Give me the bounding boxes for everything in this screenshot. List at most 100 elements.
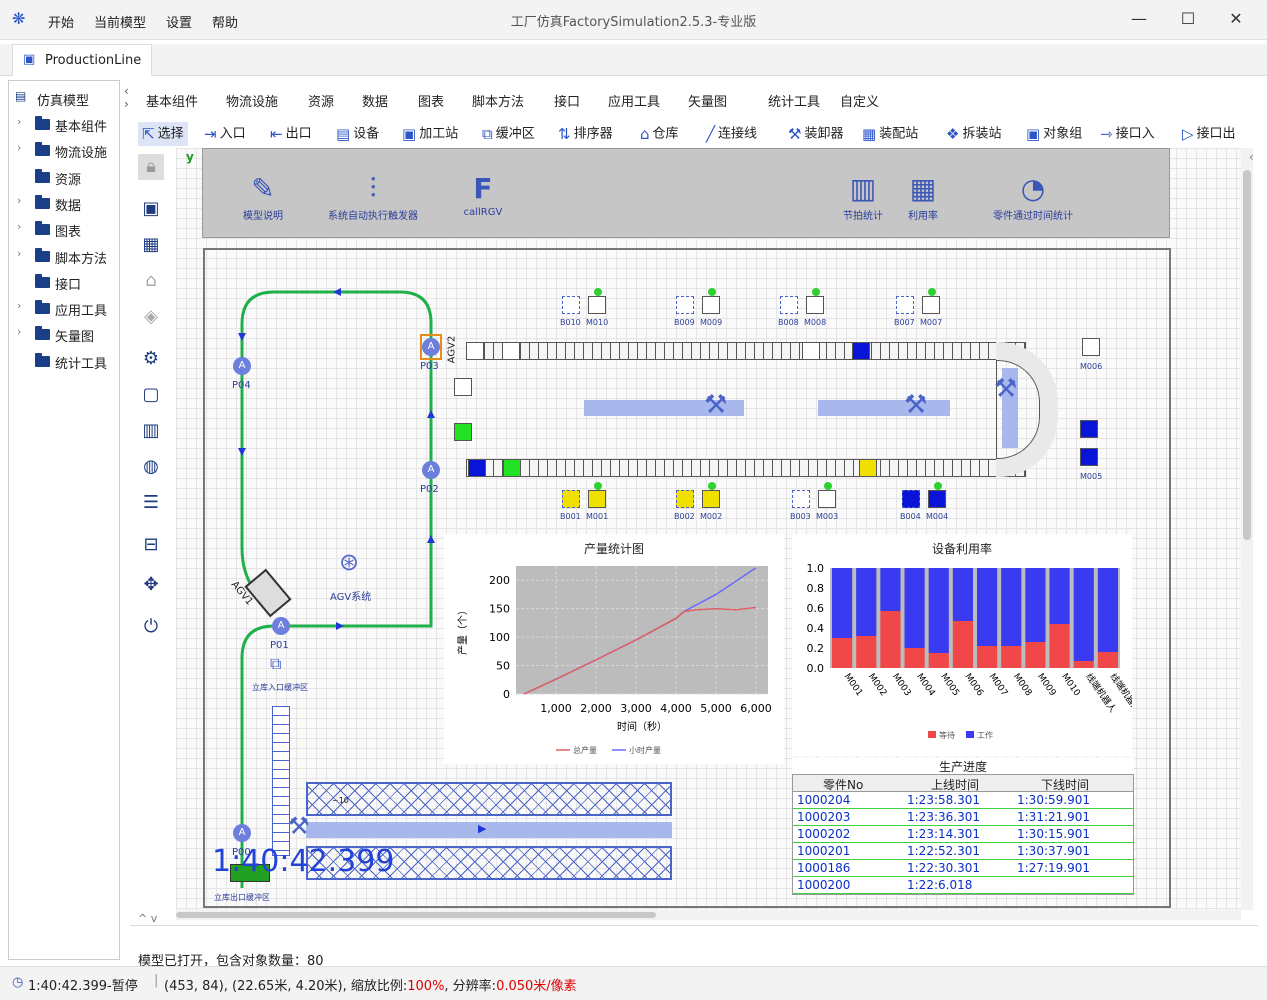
buffer-machine[interactable] xyxy=(676,296,694,314)
tab-1[interactable]: 物流设施 xyxy=(226,91,278,110)
tool-7[interactable]: ⌂ 仓库 xyxy=(640,122,679,146)
tree-item-2[interactable]: 资源 xyxy=(9,164,119,190)
tabs-scroll-right-icon[interactable]: › xyxy=(124,97,129,111)
tool-6[interactable]: ⇅ 排序器 xyxy=(558,122,613,146)
tool-2[interactable]: ⇤ 出口 xyxy=(270,122,312,146)
tab-6[interactable]: 接口 xyxy=(554,91,580,110)
model-canvas[interactable]: y ✎ 模型说明 ⫶ 系统自动执行触发器 FcallRGV ▥ 节拍统计 ▦ 利用率 ◔ 零件通过时… xyxy=(176,148,1241,910)
tree-item-9[interactable]: 统计工具 xyxy=(9,348,119,374)
delete-icon[interactable]: ⌂ xyxy=(138,268,164,294)
buffer-machine[interactable] xyxy=(562,296,580,314)
agv-node-p02[interactable]: A xyxy=(422,461,440,479)
collapse-right-icon[interactable]: ‹ xyxy=(1249,150,1254,164)
tree-item-3[interactable]: › 数据 xyxy=(9,190,119,216)
settings-gear-icon[interactable]: ⚙ xyxy=(138,346,164,372)
entry-buffer-icon[interactable]: ⧉ xyxy=(270,654,281,674)
expand-chevron-icon[interactable]: › xyxy=(17,299,21,312)
tree-item-8[interactable]: › 矢量图 xyxy=(9,321,119,347)
tree-item-5[interactable]: › 脚本方法 xyxy=(9,243,119,269)
layout-icon[interactable]: ⊟ xyxy=(138,532,164,558)
table-row[interactable]: 1000200 1:22:6.018 xyxy=(793,877,1133,894)
tool-3[interactable]: ▤ 设备 xyxy=(336,122,379,146)
buffer-machine[interactable] xyxy=(562,490,580,508)
process-machine[interactable] xyxy=(806,296,824,314)
buffer-machine[interactable] xyxy=(902,490,920,508)
process-machine[interactable] xyxy=(588,490,606,508)
tool-12[interactable]: ▣ 对象组 xyxy=(1026,122,1082,146)
process-machine[interactable] xyxy=(922,296,940,314)
process-machine[interactable] xyxy=(702,490,720,508)
table-row[interactable]: 1000202 1:23:14.301 1:30:15.901 xyxy=(793,826,1133,843)
tab-9[interactable]: 统计工具 xyxy=(768,91,820,110)
machine-m005-buffer[interactable] xyxy=(1080,420,1098,438)
tab-3[interactable]: 数据 xyxy=(362,91,388,110)
globe-icon[interactable]: ◍ xyxy=(138,454,164,480)
tab-10[interactable]: 自定义 xyxy=(840,91,879,110)
tab-8[interactable]: 矢量图 xyxy=(688,91,727,110)
tool-4[interactable]: ▣ 加工站 xyxy=(402,122,458,146)
tool-14[interactable]: ▷ 接口出 xyxy=(1182,122,1236,146)
list-icon[interactable]: ☰ xyxy=(138,490,164,516)
tool-11[interactable]: ❖ 拆装站 xyxy=(946,122,1001,146)
maximize-button[interactable]: ☐ xyxy=(1174,6,1202,32)
agv-node-p00[interactable]: A xyxy=(233,824,251,842)
tool-10[interactable]: ▦ 装配站 xyxy=(862,122,918,146)
power-icon[interactable]: ⏻ xyxy=(138,614,164,640)
expand-chevron-icon[interactable]: › xyxy=(17,247,21,260)
agv-system-icon[interactable]: ⊛ xyxy=(339,548,359,576)
document-tab-productionline[interactable]: ▣ ProductionLine xyxy=(12,44,152,76)
table-row[interactable]: 1000201 1:22:52.301 1:30:37.901 xyxy=(793,843,1133,860)
lock-icon[interactable]: 🔒︎ xyxy=(138,154,164,180)
save-as-icon[interactable]: ▦ xyxy=(138,232,164,258)
tool-5[interactable]: ⧉ 缓冲区 xyxy=(482,122,535,146)
canvas-horizontal-scrollbar[interactable] xyxy=(176,910,1241,920)
tree-root[interactable]: ▤ 仿真模型 xyxy=(9,85,119,111)
tab-7[interactable]: 应用工具 xyxy=(608,91,660,110)
expand-chevron-icon[interactable]: › xyxy=(17,115,21,128)
process-machine[interactable] xyxy=(702,296,720,314)
table-row[interactable]: 1000186 1:22:30.301 1:27:19.901 xyxy=(793,860,1133,877)
tool-13[interactable]: ⇾ 接口入 xyxy=(1100,122,1155,146)
expand-chevron-icon[interactable]: › xyxy=(17,220,21,233)
tree-item-6[interactable]: 接口 xyxy=(9,269,119,295)
tool-8[interactable]: ╱ 连接线 xyxy=(706,122,757,146)
collapse-up-icon[interactable]: ^ v xyxy=(138,912,157,925)
expand-chevron-icon[interactable]: › xyxy=(17,325,21,338)
agv-node-p01[interactable]: A xyxy=(272,617,290,635)
tab-0[interactable]: 基本组件 xyxy=(146,91,198,110)
buffer-machine[interactable] xyxy=(792,490,810,508)
agv2-vehicle[interactable] xyxy=(420,334,442,360)
save-icon[interactable]: ▣ xyxy=(138,196,164,222)
tab-4[interactable]: 图表 xyxy=(418,91,444,110)
close-button[interactable]: ✕ xyxy=(1222,6,1250,32)
tree-item-4[interactable]: › 图表 xyxy=(9,216,119,242)
tree-item-7[interactable]: › 应用工具 xyxy=(9,295,119,321)
cube-icon[interactable]: ▢ xyxy=(138,382,164,408)
buffer-machine[interactable] xyxy=(780,296,798,314)
expand-chevron-icon[interactable]: › xyxy=(17,194,21,207)
minimize-button[interactable]: — xyxy=(1125,6,1153,32)
process-machine[interactable] xyxy=(818,490,836,508)
buffer-machine[interactable] xyxy=(676,490,694,508)
tree-item-0[interactable]: › 基本组件 xyxy=(9,111,119,137)
tool-9[interactable]: ⚒ 装卸器 xyxy=(788,122,843,146)
tool-0[interactable]: ⇱ 选择 xyxy=(138,122,188,146)
tool-1[interactable]: ⇥ 入口 xyxy=(204,122,246,146)
tree-item-1[interactable]: › 物流设施 xyxy=(9,137,119,163)
canvas-vertical-scrollbar[interactable] xyxy=(1241,148,1253,910)
calendar-icon[interactable]: ▥ xyxy=(138,418,164,444)
process-machine[interactable] xyxy=(588,296,606,314)
table-row[interactable]: 1000204 1:23:58.301 1:30:59.901 xyxy=(793,792,1133,809)
agv-node-p04[interactable]: A xyxy=(233,357,251,375)
process-machine[interactable] xyxy=(928,490,946,508)
layers-icon[interactable]: ◈ xyxy=(138,304,164,330)
move-icon[interactable]: ✥ xyxy=(138,572,164,598)
expand-chevron-icon[interactable]: › xyxy=(17,141,21,154)
tab-5[interactable]: 脚本方法 xyxy=(472,91,524,110)
tabs-scroll-left-icon[interactable]: ‹ xyxy=(124,84,129,98)
buffer-machine[interactable] xyxy=(896,296,914,314)
tab-2[interactable]: 资源 xyxy=(308,91,334,110)
machine-m006[interactable] xyxy=(1082,338,1100,356)
machine-m005[interactable] xyxy=(1080,448,1098,466)
table-row[interactable]: 1000203 1:23:36.301 1:31:21.901 xyxy=(793,809,1133,826)
